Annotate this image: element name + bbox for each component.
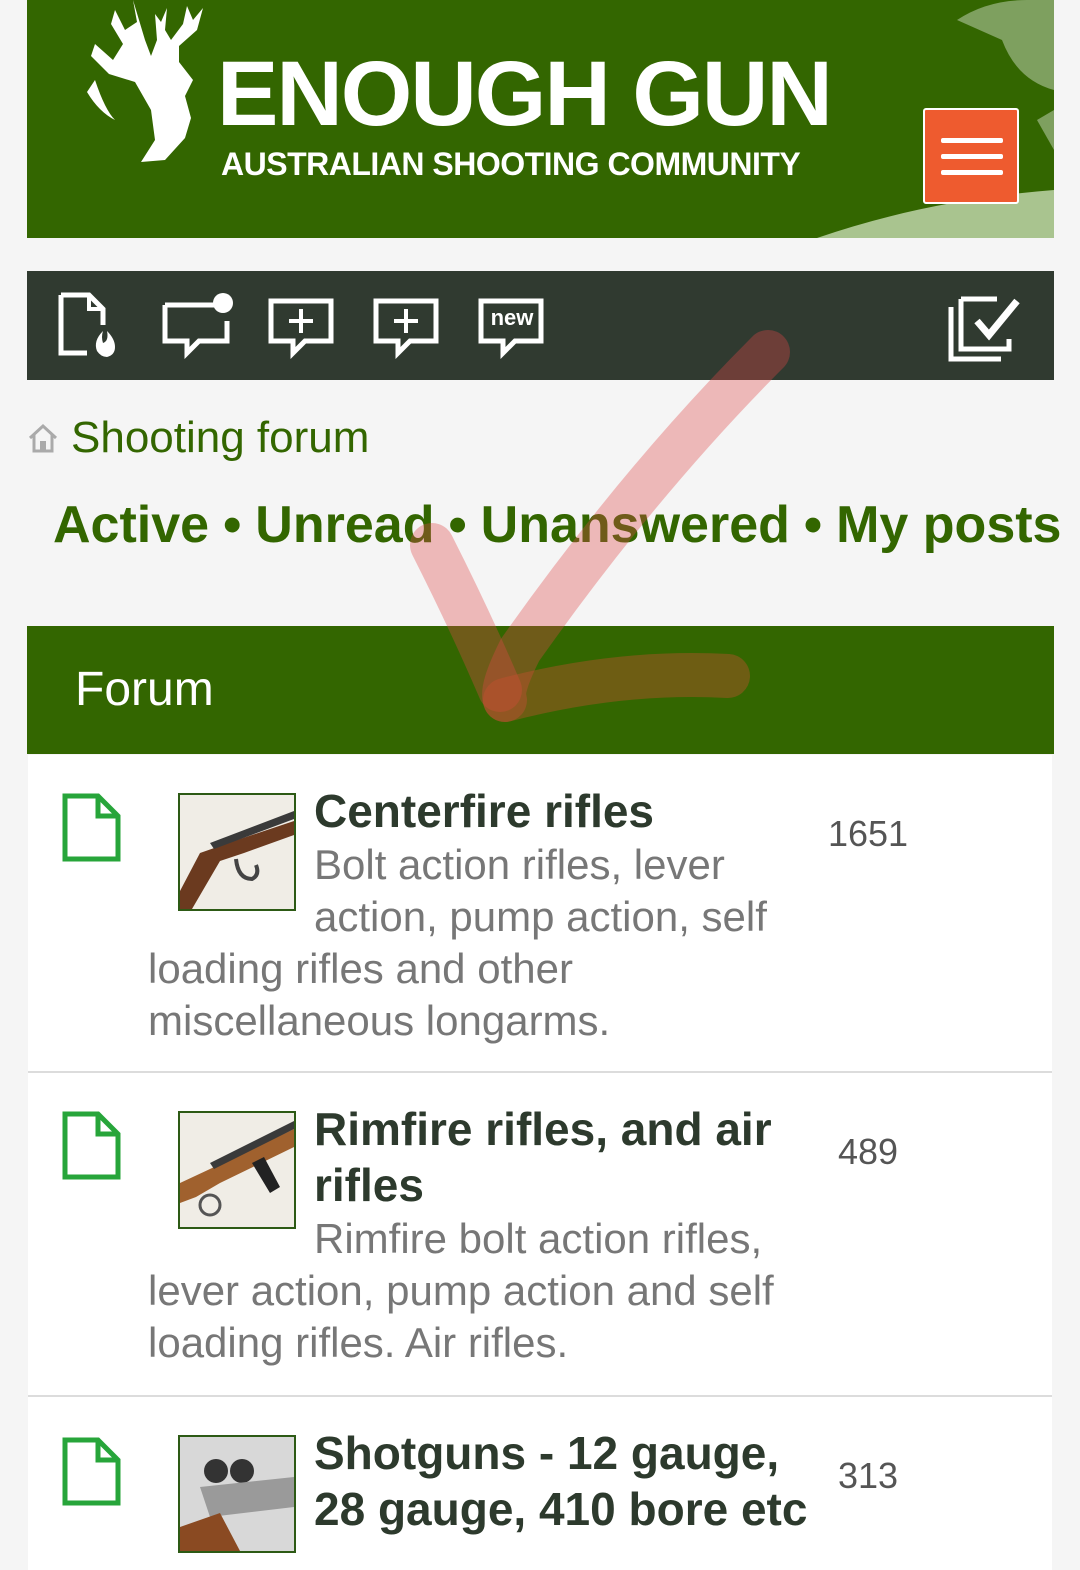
home-icon[interactable]	[27, 423, 59, 453]
forum-title-link[interactable]: Shotguns - 12 gauge, 28 gauge, 410 bore …	[314, 1425, 828, 1537]
thumb-spacer	[148, 839, 314, 943]
my-posts-link[interactable]: My posts	[836, 496, 1061, 554]
forum-row-text: Centerfire rifles Bolt action rifles, le…	[148, 783, 828, 1047]
forum-section-header: Forum	[27, 626, 1054, 754]
forum-topic-count: 313	[837, 1455, 899, 1496]
separator: •	[803, 496, 823, 554]
forum-read-icon	[62, 1111, 121, 1180]
forum-row[interactable]: Centerfire rifles Bolt action rifles, le…	[28, 755, 1052, 1073]
separator: •	[223, 496, 242, 554]
site-name[interactable]: ENOUGH GUN	[217, 48, 833, 140]
forum-row-text: Shotguns - 12 gauge, 28 gauge, 410 bore …	[148, 1425, 828, 1537]
thumb-spacer	[148, 1213, 314, 1265]
forum-row-text: Rimfire rifles, and air rifles Rimfire b…	[148, 1101, 828, 1369]
forum-row[interactable]: Rimfire rifles, and air rifles Rimfire b…	[28, 1073, 1052, 1397]
new-message-icon[interactable]	[161, 291, 237, 359]
site-banner: ENOUGH GUN AUSTRALIAN SHOOTING COMMUNITY	[27, 0, 1054, 238]
forum-title-link[interactable]: Centerfire rifles	[314, 783, 828, 839]
new-badge-icon[interactable]: new	[477, 291, 547, 359]
new-posts-fire-icon[interactable]	[57, 291, 119, 359]
forum-header-title: Forum	[75, 663, 214, 716]
forum-title-link[interactable]: Rimfire rifles, and air rifles	[314, 1101, 828, 1213]
forum-description: Rimfire bolt action rifles, lever action…	[148, 1213, 828, 1369]
breadcrumb: Shooting forum	[27, 412, 369, 464]
new-topic-icon[interactable]	[267, 291, 337, 359]
new-badge-text: new	[490, 305, 534, 330]
forum-topic-count: 489	[837, 1131, 899, 1172]
active-link[interactable]: Active	[53, 496, 209, 554]
deer-logo-icon[interactable]	[75, 0, 225, 170]
unread-link[interactable]: Unread	[255, 496, 434, 554]
forum-topic-count: 1651	[827, 813, 909, 854]
quick-links: Active • Unread • Unanswered • My posts	[53, 495, 1061, 555]
mark-read-icon[interactable]	[947, 291, 1023, 363]
hamburger-menu-button[interactable]	[923, 108, 1019, 204]
new-reply-icon[interactable]	[372, 291, 442, 359]
forum-read-icon	[62, 793, 121, 862]
forum-read-icon	[62, 1437, 121, 1506]
forum-toolbar: new	[27, 271, 1054, 380]
forum-row[interactable]: Shotguns - 12 gauge, 28 gauge, 410 bore …	[28, 1397, 1052, 1570]
separator: •	[448, 496, 467, 554]
unanswered-link[interactable]: Unanswered	[481, 496, 790, 554]
site-tagline: AUSTRALIAN SHOOTING COMMUNITY	[221, 146, 801, 182]
forum-description: Bolt action rifles, lever action, pump a…	[148, 839, 828, 1047]
breadcrumb-link[interactable]: Shooting forum	[71, 413, 369, 463]
